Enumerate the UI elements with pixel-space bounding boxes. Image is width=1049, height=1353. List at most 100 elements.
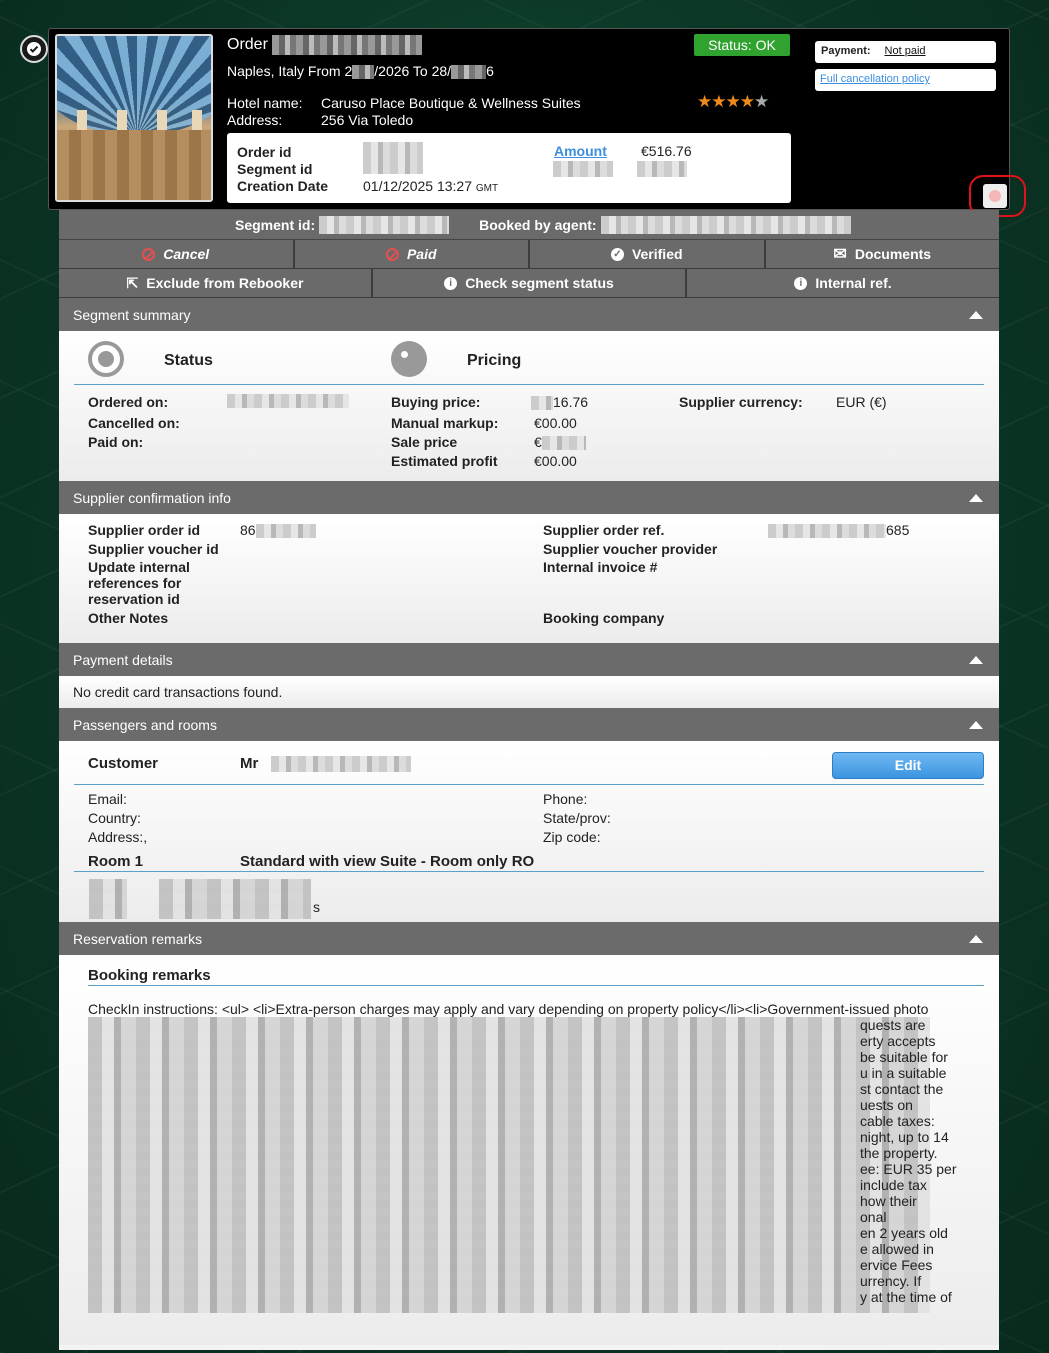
collapse-icon[interactable] — [969, 655, 983, 664]
hotel-photo[interactable] — [55, 34, 213, 202]
hotel-name-label: Hotel name: — [227, 95, 303, 111]
manual-markup-label: Manual markup: — [391, 415, 499, 431]
price-tag-icon — [391, 341, 427, 377]
action-row-2: ⇱ Exclude from Rebooker i Check segment st… — [59, 269, 999, 298]
remarks-first-line: CheckIn instructions: <ul> <li>Extra-per… — [88, 1001, 929, 1017]
star-icon: ★ — [697, 92, 712, 111]
payment-status-box: Payment: Not paid — [815, 41, 996, 63]
order-id-value — [363, 142, 423, 174]
supplier-voucher-id-label: Supplier voucher id — [88, 541, 219, 557]
selected-check-icon[interactable] — [20, 35, 48, 63]
customer-label: Customer — [88, 755, 159, 772]
divider — [88, 985, 984, 986]
documents-button[interactable]: ✉ Documents — [766, 240, 1000, 268]
payment-details-header[interactable]: Payment details — [59, 643, 999, 676]
redacted-value — [637, 161, 687, 177]
redacted-remarks — [88, 1017, 930, 1313]
email-label: Email: — [88, 791, 127, 807]
hotel-name: Caruso Place Boutique & Wellness Suites — [321, 95, 581, 111]
country-label: Country: — [88, 810, 141, 826]
no-transactions-message: No credit card transactions found. — [73, 684, 283, 700]
info-icon: i — [444, 276, 458, 290]
star-icon: ★ — [725, 92, 741, 111]
exclude-rebooker-button[interactable]: ⇱ Exclude from Rebooker — [59, 269, 373, 297]
order-title: Order — [227, 35, 423, 55]
guest-info-tail: s — [313, 899, 320, 915]
envelope-icon: ✉ — [833, 246, 847, 263]
other-notes-label: Other Notes — [88, 610, 169, 626]
status-icon — [88, 341, 124, 377]
collapse-icon[interactable] — [969, 720, 983, 729]
ban-icon — [142, 247, 156, 261]
ban-icon — [385, 247, 399, 261]
supplier-order-ref-value: 685 — [768, 522, 909, 539]
check-circle-icon: ✓ — [610, 247, 624, 261]
passengers-body: Customer Mr Edit Email: Country: Address… — [59, 741, 999, 922]
remarks-tails: quests are erty accepts be suitable for u i… — [860, 1017, 957, 1305]
estimated-profit-value: €00.00 — [534, 453, 577, 469]
phone-label: Phone: — [543, 791, 588, 807]
sale-price-value: € — [534, 434, 586, 451]
supplier-info-header[interactable]: Supplier confirmation info — [59, 481, 999, 514]
cancel-button[interactable]: Cancel — [59, 240, 295, 268]
ordered-on-value — [227, 394, 349, 408]
supplier-order-id-label: Supplier order id — [88, 522, 201, 538]
manual-markup-value: €00.00 — [534, 415, 577, 431]
external-link-icon: ⇱ — [126, 274, 139, 291]
check-segment-status-button[interactable]: i Check segment status — [373, 269, 687, 297]
verified-button[interactable]: ✓ Verified — [530, 240, 766, 268]
reservation-remarks-header[interactable]: Reservation remarks — [59, 922, 999, 955]
status-heading: Status — [164, 352, 213, 369]
star-rating: ★★★★★ — [697, 92, 769, 112]
supplier-currency-label: Supplier currency: — [679, 394, 803, 410]
edit-customer-button[interactable]: Edit — [832, 752, 984, 779]
remove-icon[interactable] — [983, 184, 1007, 208]
supplier-order-ref-label: Supplier order ref. — [543, 522, 665, 538]
redacted-guest-info — [89, 879, 127, 919]
segment-summary-header[interactable]: Segment summary — [59, 298, 999, 331]
booking-remarks-heading: Booking remarks — [88, 967, 211, 984]
collapse-icon[interactable] — [969, 493, 983, 502]
payment-details-body: No credit card transactions found. — [59, 676, 999, 708]
amount-link[interactable]: Amount — [554, 143, 607, 159]
supplier-currency-value: EUR (€) — [836, 394, 887, 410]
internal-ref-button[interactable]: i Internal ref. — [687, 269, 999, 297]
redacted-value — [553, 161, 613, 177]
divider — [74, 384, 984, 385]
buying-price-value: 16.76 — [531, 394, 588, 411]
divider — [74, 871, 984, 872]
passengers-header[interactable]: Passengers and rooms — [59, 708, 999, 741]
update-references-label: Update internal references for reservati… — [88, 559, 190, 607]
collapse-icon[interactable] — [969, 934, 983, 943]
divider — [74, 784, 984, 785]
collapse-icon[interactable] — [969, 310, 983, 319]
internal-invoice-label: Internal invoice # — [543, 559, 658, 575]
paid-on-label: Paid on: — [88, 434, 144, 450]
buying-price-label: Buying price: — [391, 394, 481, 410]
order-header-card: Order Naples, Italy From 2/2026 To 28/6 … — [48, 28, 1010, 210]
amount-value: €516.76 — [641, 143, 692, 159]
payment-status: Not paid — [884, 45, 926, 57]
state-label: State/prov: — [543, 810, 611, 826]
order-route: Naples, Italy From 2/2026 To 28/6 — [227, 63, 494, 80]
segment-id-label: Segment id: — [235, 216, 316, 233]
supplier-info-body: Supplier order id 86 Supplier voucher id… — [59, 514, 999, 643]
creation-date-label: Creation Date — [237, 178, 329, 194]
order-id-label: Order id — [237, 144, 292, 160]
paid-button[interactable]: Paid — [295, 240, 530, 268]
action-row-1: Cancel Paid ✓ Verified ✉ Documents — [59, 240, 999, 269]
address-label: Address:, — [88, 829, 148, 845]
pricing-heading: Pricing — [467, 352, 522, 369]
segment-id-label: Segment id — [237, 161, 313, 177]
booked-by-label: Booked by agent: — [479, 216, 597, 233]
cancellation-policy-link[interactable]: Full cancellation policy — [820, 73, 930, 85]
room-label: Room 1 — [88, 853, 144, 870]
creation-date-value: 01/12/2025 13:27 GMT — [363, 178, 499, 194]
ordered-on-label: Ordered on: — [88, 394, 169, 410]
info-icon: i — [794, 276, 808, 290]
star-empty-icon: ★ — [754, 92, 769, 111]
cancellation-policy-box: Full cancellation policy — [815, 69, 996, 91]
order-info-box: Order id Segment id Creation Date 01/12/… — [227, 133, 791, 203]
address-label: Address: — [227, 112, 283, 128]
reservation-remarks-body: Booking remarks CheckIn instructions: <u… — [59, 955, 999, 1345]
